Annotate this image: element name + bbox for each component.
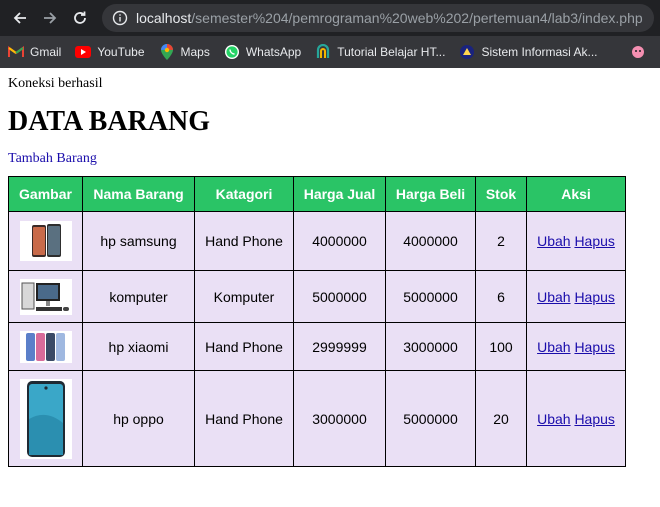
reload-button[interactable] [66,4,94,32]
cell-kategori: Komputer [194,270,294,323]
sistem-informasi-icon [459,44,475,60]
header-stok: Stok [475,176,527,212]
bookmark-label: Gmail [30,45,62,59]
add-item-link[interactable]: Tambah Barang [8,151,97,167]
table-row: hp oppo Hand Phone 3000000 5000000 20 Ub… [8,370,626,467]
cell-kategori: Hand Phone [194,211,294,271]
hapus-link[interactable]: Hapus [574,233,614,249]
cell-aksi: Ubah Hapus [526,370,626,467]
page-content: Koneksi berhasil DATA BARANG Tambah Bara… [0,68,660,475]
cell-stok: 2 [475,211,527,271]
cell-gambar [8,211,83,271]
hapus-link[interactable]: Hapus [574,339,614,355]
cell-harga-beli: 4000000 [385,211,476,271]
gmail-icon [8,44,24,60]
cell-kategori: Hand Phone [194,370,294,467]
cell-nama-barang: hp samsung [82,211,195,271]
cell-nama-barang: hp oppo [82,370,195,467]
bookmark-tutorial[interactable]: Tutorial Belajar HT... [315,44,445,60]
ubah-link[interactable]: Ubah [537,233,570,249]
url-path: /semester%204/pemrograman%20web%202/pert… [191,10,643,26]
forward-arrow-icon [44,12,57,24]
bookmark-label: YouTube [97,45,145,59]
bookmark-gmail[interactable]: Gmail [8,44,61,60]
phone-xiaomi-image [19,330,72,363]
ubah-link[interactable]: Ubah [537,339,570,355]
bookmark-label: Maps [180,45,210,59]
cell-nama-barang: komputer [82,270,195,323]
cell-kategori: Hand Phone [194,322,294,371]
hapus-link[interactable]: Hapus [574,289,614,305]
browser-toolbar: localhost/semester%204/pemrograman%20web… [0,0,660,36]
cell-stok: 100 [475,322,527,371]
bookmark-sistem-informasi[interactable]: Sistem Informasi Ak... [459,44,598,60]
cell-stok: 6 [475,270,527,323]
bookmark-label: Tutorial Belajar HT... [337,45,446,59]
items-table: Gambar Nama Barang Katagori Harga Jual H… [8,176,626,467]
cell-harga-beli: 5000000 [385,370,476,467]
cell-stok: 20 [475,370,527,467]
cell-harga-jual: 2999999 [293,322,386,371]
cell-gambar [8,370,83,467]
whatsapp-icon [224,44,240,60]
ubah-link[interactable]: Ubah [537,289,570,305]
cell-harga-jual: 3000000 [293,370,386,467]
cell-gambar [8,322,83,371]
extension-icon [630,44,646,60]
cell-harga-jual: 5000000 [293,270,386,323]
address-bar[interactable]: localhost/semester%204/pemrograman%20web… [102,4,654,32]
back-button[interactable] [6,4,34,32]
cell-harga-beli: 5000000 [385,270,476,323]
ubah-link[interactable]: Ubah [537,411,570,427]
header-harga-beli: Harga Beli [385,176,476,212]
computer-image [19,278,72,315]
cell-nama-barang: hp xiaomi [82,322,195,371]
table-row: hp xiaomi Hand Phone 2999999 3000000 100… [8,322,626,371]
hapus-link[interactable]: Hapus [574,411,614,427]
header-harga-jual: Harga Jual [293,176,386,212]
reload-icon [74,11,86,24]
header-nama-barang: Nama Barang [82,176,195,212]
bookmark-overflow[interactable] [630,44,652,60]
phone-oppo-image [19,378,72,459]
bookmark-youtube[interactable]: YouTube [75,44,145,60]
back-arrow-icon [13,12,26,24]
maps-icon [159,44,175,60]
header-gambar: Gambar [8,176,83,212]
bookmark-label: Sistem Informasi Ak... [481,45,598,59]
table-header-row: Gambar Nama Barang Katagori Harga Jual H… [8,176,626,212]
bookmark-label: WhatsApp [245,45,302,59]
cell-aksi: Ubah Hapus [526,270,626,323]
bookmark-maps[interactable]: Maps [159,44,210,60]
youtube-icon [75,44,92,60]
bookmark-whatsapp[interactable]: WhatsApp [224,44,301,60]
cell-harga-jual: 4000000 [293,211,386,271]
page-title: DATA BARANG [8,106,210,137]
cell-aksi: Ubah Hapus [526,322,626,371]
forward-button[interactable] [36,4,64,32]
cell-gambar [8,270,83,323]
connection-status: Koneksi berhasil [8,76,103,91]
table-row: hp samsung Hand Phone 4000000 4000000 2 … [8,211,626,271]
cell-aksi: Ubah Hapus [526,211,626,271]
table-row: komputer Komputer 5000000 5000000 6 Ubah… [8,270,626,323]
cell-harga-beli: 3000000 [385,322,476,371]
tutorial-icon [315,44,331,60]
phone-samsung-image [19,221,72,261]
info-icon[interactable] [112,10,128,26]
header-aksi: Aksi [526,176,626,212]
bookmarks-bar: Gmail YouTube Maps WhatsApp Tutorial Bel… [0,36,660,68]
url-host: localhost [136,10,192,26]
header-katagori: Katagori [194,176,294,212]
